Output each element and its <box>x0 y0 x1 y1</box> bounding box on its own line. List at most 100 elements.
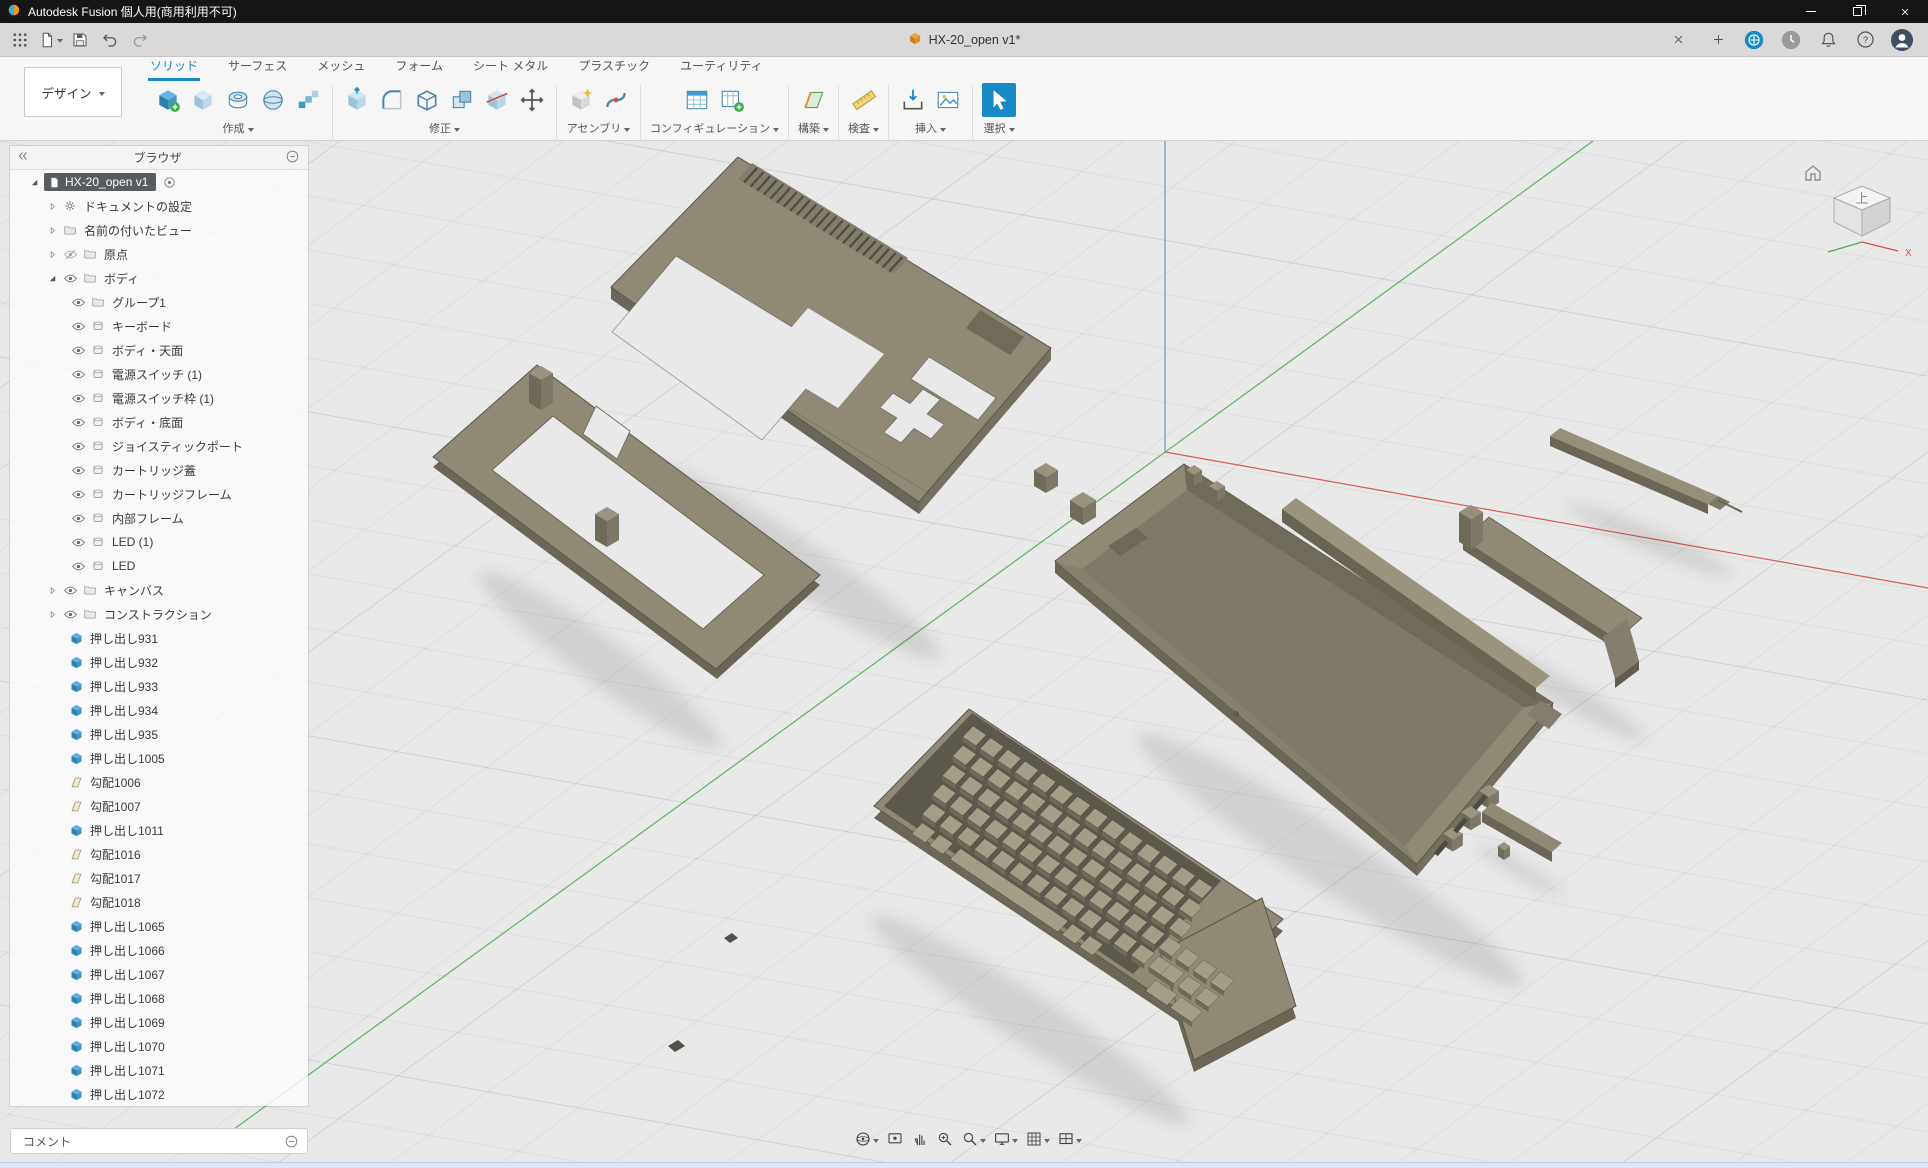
ribbon-tab-1[interactable]: サーフェス <box>226 54 289 81</box>
visibility-toggle[interactable] <box>68 343 88 358</box>
browser-item[interactable]: キーボード <box>10 314 308 338</box>
close-tab-icon[interactable] <box>1664 26 1692 54</box>
browser-root-row[interactable]: HX-20_open v1 <box>10 170 308 194</box>
visibility-toggle[interactable] <box>60 583 80 598</box>
browser-item[interactable]: LED <box>10 554 308 578</box>
ribbon-tab-5[interactable]: プラスチック <box>576 54 652 81</box>
visibility-toggle[interactable] <box>68 487 88 502</box>
expand-node-icon[interactable] <box>44 201 60 212</box>
look-at-button[interactable] <box>884 1127 906 1151</box>
tool-insert-canvas-button[interactable] <box>933 85 963 115</box>
browser-item[interactable]: 内部フレーム <box>10 506 308 530</box>
browser-item[interactable]: グループ1 <box>10 290 308 314</box>
visibility-toggle[interactable] <box>60 271 80 286</box>
ribbon-tab-4[interactable]: シート メタル <box>471 54 550 81</box>
browser-item[interactable]: ボディ <box>10 266 308 290</box>
home-icon[interactable] <box>1806 166 1820 180</box>
expand-node-icon[interactable] <box>44 609 60 620</box>
viewcube[interactable]: 上 X <box>1798 154 1926 274</box>
expand-node-icon[interactable] <box>44 249 60 260</box>
file-menu-icon[interactable] <box>36 26 64 54</box>
feature-row[interactable]: 押し出し932 <box>10 650 308 674</box>
tool-shell-button[interactable] <box>412 85 442 115</box>
tool-split-button[interactable] <box>482 85 512 115</box>
feature-row[interactable]: 押し出し1071 <box>10 1058 308 1082</box>
new-tab-icon[interactable] <box>1704 26 1732 54</box>
save-icon[interactable] <box>66 26 94 54</box>
feature-row[interactable]: 押し出し1068 <box>10 986 308 1010</box>
tool-pattern-button[interactable] <box>293 85 323 115</box>
browser-item[interactable]: 名前の付いたビュー <box>10 218 308 242</box>
visibility-toggle[interactable] <box>68 367 88 382</box>
viewports-button[interactable] <box>1055 1127 1084 1151</box>
feature-row[interactable]: 押し出し1005 <box>10 746 308 770</box>
ribbon-tab-0[interactable]: ソリッド <box>148 54 200 81</box>
feature-row[interactable]: 押し出し1011 <box>10 818 308 842</box>
tool-press-pull-button[interactable] <box>342 85 372 115</box>
visibility-toggle[interactable] <box>68 295 88 310</box>
feature-row[interactable]: 押し出し1065 <box>10 914 308 938</box>
ribbon-group-label[interactable]: アセンブリ <box>567 120 630 136</box>
tool-insert-derive-button[interactable] <box>898 85 928 115</box>
expand-node-icon[interactable] <box>44 225 60 236</box>
extensions-icon[interactable] <box>1740 26 1768 54</box>
visibility-toggle[interactable] <box>68 535 88 550</box>
document-tab[interactable]: HX-20_open v1* <box>890 23 1039 56</box>
feature-row[interactable]: 勾配1016 <box>10 842 308 866</box>
browser-item[interactable]: 原点 <box>10 242 308 266</box>
expand-node-icon[interactable] <box>44 585 60 596</box>
tool-move-button[interactable] <box>517 85 547 115</box>
feature-row[interactable]: 勾配1007 <box>10 794 308 818</box>
viewcube-cube[interactable]: 上 <box>1834 186 1890 236</box>
browser-item[interactable]: カートリッジ蓋 <box>10 458 308 482</box>
tool-new-component-button[interactable] <box>566 85 596 115</box>
notifications-icon[interactable] <box>1814 26 1842 54</box>
tool-new-solid-button[interactable] <box>153 85 183 115</box>
feature-row[interactable]: 勾配1018 <box>10 890 308 914</box>
visibility-toggle[interactable] <box>68 391 88 406</box>
avatar[interactable] <box>1888 26 1916 54</box>
ribbon-group-label[interactable]: 構築 <box>798 120 829 136</box>
browser-item[interactable]: コンストラクション <box>10 602 308 626</box>
grid-settings-button[interactable] <box>1023 1127 1052 1151</box>
tool-combine-button[interactable] <box>447 85 477 115</box>
feature-row[interactable]: 押し出し1067 <box>10 962 308 986</box>
ribbon-group-label[interactable]: 検査 <box>848 120 879 136</box>
visibility-toggle[interactable] <box>60 247 80 262</box>
tool-configuration-button[interactable] <box>682 85 712 115</box>
collapse-node-icon[interactable] <box>44 273 60 284</box>
tool-sphere-button[interactable] <box>258 85 288 115</box>
feature-row[interactable]: 押し出し934 <box>10 698 308 722</box>
app-grid-menu-icon[interactable] <box>6 26 34 54</box>
ribbon-group-label[interactable]: 選択 <box>984 120 1015 136</box>
tool-joint-button[interactable] <box>601 85 631 115</box>
zoom-button[interactable] <box>959 1127 988 1151</box>
display-settings-button[interactable] <box>991 1127 1020 1151</box>
feature-row[interactable]: 押し出し931 <box>10 626 308 650</box>
visibility-toggle[interactable] <box>68 319 88 334</box>
browser-item[interactable]: ボディ・天面 <box>10 338 308 362</box>
browser-item[interactable]: 電源スイッチ (1) <box>10 362 308 386</box>
ribbon-tab-2[interactable]: メッシュ <box>315 54 367 81</box>
feature-row[interactable]: 押し出し1066 <box>10 938 308 962</box>
model-body-top[interactable] <box>611 157 1051 514</box>
ribbon-group-label[interactable]: コンフィギュレーション <box>650 120 779 136</box>
feature-row[interactable]: 押し出し933 <box>10 674 308 698</box>
minimize-panel-icon[interactable] <box>285 149 300 167</box>
minimize-button[interactable] <box>1787 0 1834 23</box>
feature-row[interactable]: 押し出し1072 <box>10 1082 308 1106</box>
browser-item[interactable]: ボディ・底面 <box>10 410 308 434</box>
feature-row[interactable]: 押し出し935 <box>10 722 308 746</box>
browser-item[interactable]: ジョイスティックポート <box>10 434 308 458</box>
activate-component-icon[interactable] <box>162 175 177 190</box>
feature-row[interactable]: 押し出し1069 <box>10 1010 308 1034</box>
visibility-toggle[interactable] <box>68 439 88 454</box>
feature-row[interactable]: 勾配1017 <box>10 866 308 890</box>
redo-icon[interactable] <box>126 26 154 54</box>
tool-select-button[interactable] <box>982 83 1016 117</box>
job-status-icon[interactable] <box>1777 26 1805 54</box>
comment-minimize-icon[interactable] <box>284 1134 299 1149</box>
visibility-toggle[interactable] <box>60 607 80 622</box>
browser-item[interactable]: キャンバス <box>10 578 308 602</box>
orbit-button[interactable] <box>852 1127 881 1151</box>
